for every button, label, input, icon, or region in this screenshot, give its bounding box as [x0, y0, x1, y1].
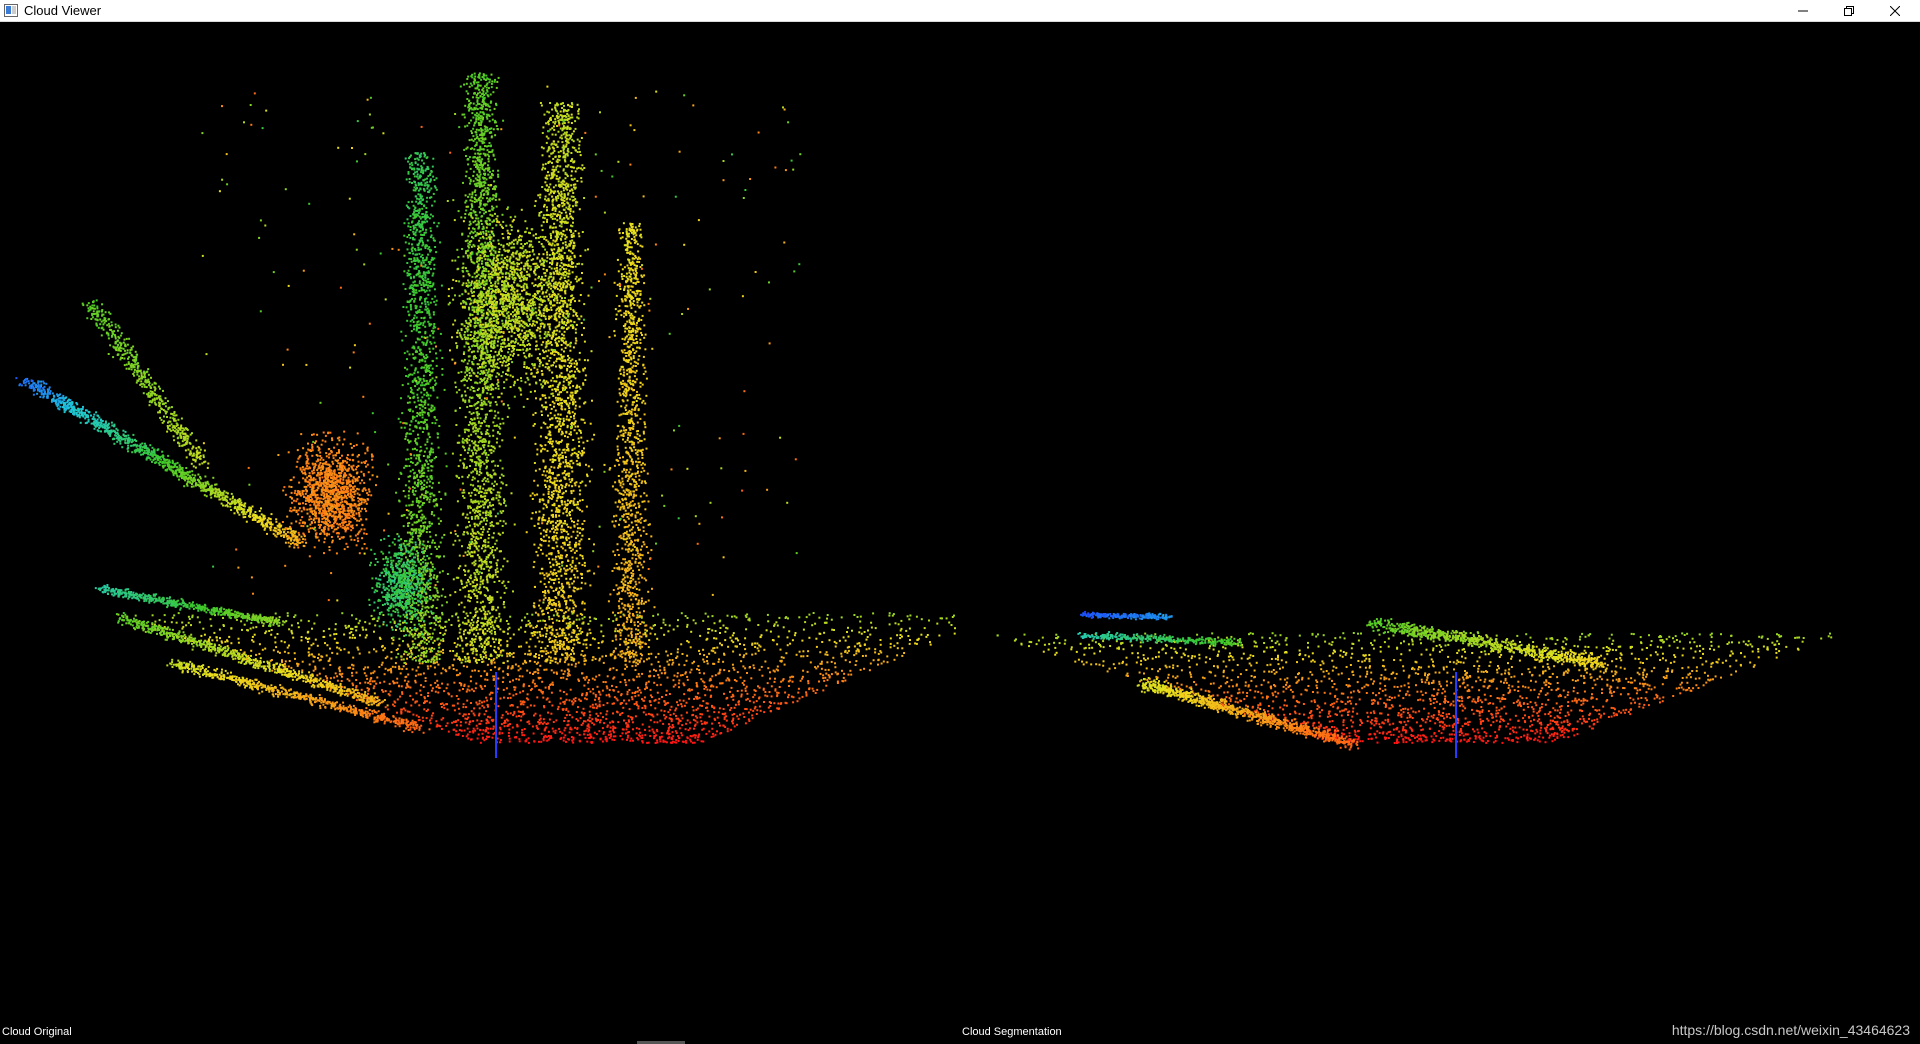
point-cloud-original[interactable]	[0, 22, 960, 1044]
minimize-icon	[1798, 10, 1808, 12]
watermark-text: https://blog.csdn.net/weixin_43464623	[1672, 1022, 1910, 1038]
restore-icon	[1844, 6, 1854, 16]
close-button[interactable]	[1872, 0, 1918, 22]
app-icon	[4, 4, 18, 17]
minimize-button[interactable]	[1780, 0, 1826, 22]
close-icon	[1890, 6, 1900, 16]
viewport-cloud-segmentation[interactable]: Cloud Segmentation https://blog.csdn.net…	[960, 22, 1920, 1044]
viewport-label-segmentation: Cloud Segmentation	[962, 1026, 1062, 1038]
restore-button[interactable]	[1826, 0, 1872, 22]
cloud-viewer-window: Cloud Viewer Cloud Original Cloud Segmen…	[0, 0, 1920, 1044]
point-cloud-segmentation[interactable]	[960, 22, 1920, 1044]
viewport-cloud-original[interactable]: Cloud Original	[0, 22, 960, 1044]
viewport-label-original: Cloud Original	[2, 1026, 72, 1038]
title-bar[interactable]: Cloud Viewer	[0, 0, 1920, 22]
window-title: Cloud Viewer	[24, 3, 101, 19]
